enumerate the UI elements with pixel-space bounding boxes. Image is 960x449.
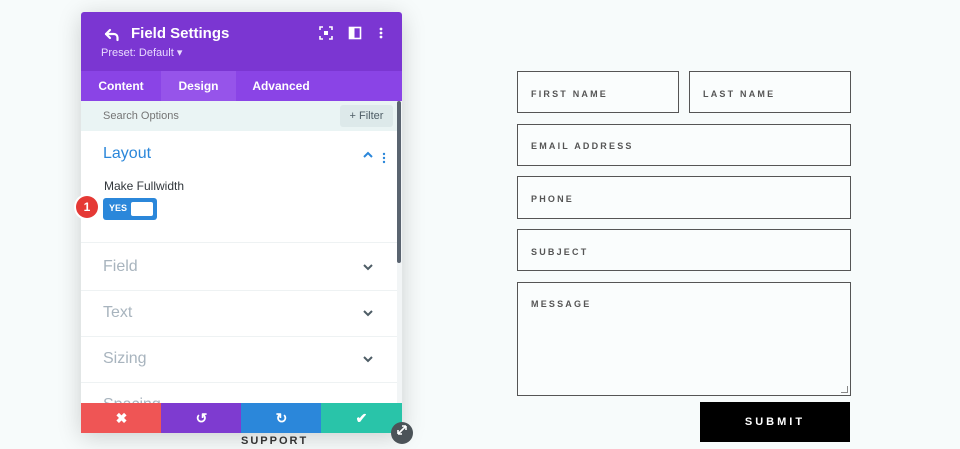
panel-tabs: Content Design Advanced [81, 71, 402, 101]
first-name-field[interactable]: FIRST NAME [517, 71, 679, 113]
phone-placeholder: PHONE [531, 194, 575, 204]
email-field[interactable]: EMAIL ADDRESS [517, 124, 851, 166]
panel-footer: ✖ ↺ ↻ ✔ [81, 403, 402, 433]
last-name-placeholder: LAST NAME [703, 89, 776, 99]
chevron-down-icon[interactable] [361, 353, 375, 367]
section-title-layout[interactable]: Layout [103, 145, 151, 163]
chevron-down-icon[interactable] [361, 307, 375, 321]
search-input[interactable] [103, 108, 303, 124]
redo-button[interactable]: ↻ [241, 403, 322, 433]
toggle-label: YES [109, 203, 128, 213]
support-label: SUPPORT [241, 435, 309, 447]
undo-arrow-icon[interactable] [103, 26, 121, 44]
scrollbar-thumb[interactable] [397, 101, 401, 263]
chevron-down-icon[interactable] [361, 261, 375, 275]
kebab-menu-icon[interactable] [373, 26, 389, 42]
first-name-placeholder: FIRST NAME [531, 89, 608, 99]
divider [81, 242, 397, 243]
columns-icon[interactable] [347, 26, 363, 42]
subject-field[interactable]: SUBJECT [517, 229, 851, 271]
section-title-sizing[interactable]: Sizing [103, 350, 147, 368]
filter-button[interactable]: + Filter [340, 105, 393, 127]
submit-button[interactable]: SUBMIT [700, 402, 850, 442]
divider [81, 336, 397, 337]
search-bar: + Filter [81, 101, 397, 131]
message-field[interactable]: MESSAGE [517, 282, 851, 396]
email-placeholder: EMAIL ADDRESS [531, 141, 634, 151]
preset-dropdown[interactable]: Preset: Default ▾ [101, 46, 182, 59]
field-settings-panel: Field Settings Preset: Default ▾ Content… [81, 12, 402, 433]
tab-design[interactable]: Design [161, 71, 236, 101]
section-title-text[interactable]: Text [103, 304, 132, 322]
tab-content[interactable]: Content [81, 71, 161, 101]
panel-title: Field Settings [131, 25, 230, 42]
phone-field[interactable]: PHONE [517, 176, 851, 219]
panel-header: Field Settings Preset: Default ▾ [81, 12, 402, 71]
textarea-resize-grip[interactable] [841, 386, 848, 393]
callout-badge: 1 [76, 196, 98, 218]
undo-button[interactable]: ↺ [161, 403, 242, 433]
make-fullwidth-label: Make Fullwidth [104, 179, 185, 193]
message-placeholder: MESSAGE [531, 299, 592, 309]
save-button[interactable]: ✔ [321, 403, 402, 433]
chevron-up-icon[interactable] [361, 149, 375, 163]
divider [81, 290, 397, 291]
toggle-knob [131, 202, 153, 216]
subject-placeholder: SUBJECT [531, 247, 589, 257]
section-title-field[interactable]: Field [103, 258, 138, 276]
make-fullwidth-toggle[interactable]: YES [103, 198, 157, 220]
last-name-field[interactable]: LAST NAME [689, 71, 851, 113]
expand-icon[interactable] [318, 26, 334, 42]
tab-advanced[interactable]: Advanced [236, 71, 326, 101]
divider [81, 382, 397, 383]
cancel-button[interactable]: ✖ [81, 403, 162, 433]
section-menu-icon[interactable] [381, 152, 387, 167]
resize-handle-icon[interactable] [391, 422, 413, 444]
page: Field Settings Preset: Default ▾ Content… [0, 0, 960, 449]
